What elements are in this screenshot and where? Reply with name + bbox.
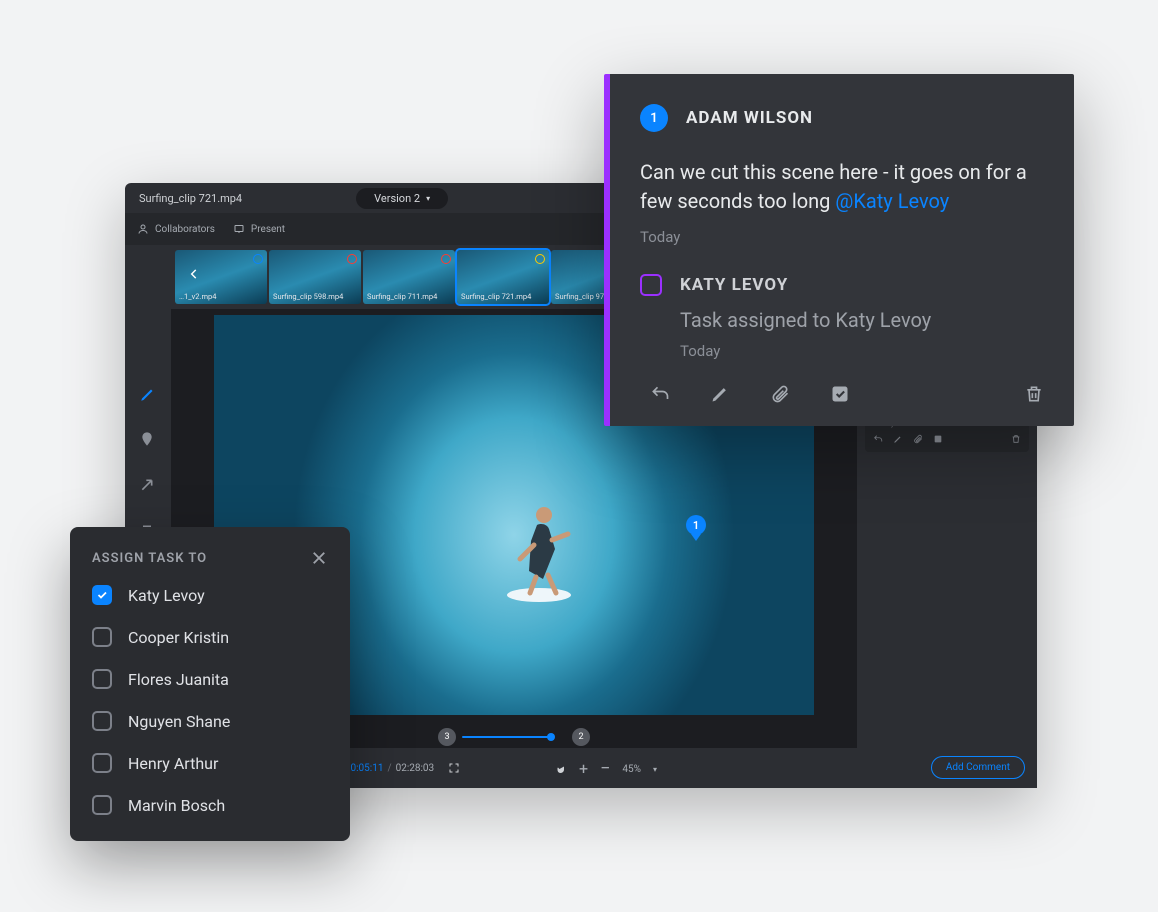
present-icon (233, 223, 245, 235)
task-assignee-name: KATY LEVOY (680, 275, 788, 295)
user-icon (137, 223, 149, 235)
status-dot-icon (535, 254, 545, 264)
comment-actions (650, 384, 1044, 404)
attach-icon[interactable] (913, 434, 923, 444)
edit-button[interactable] (710, 384, 730, 404)
annotation-marker[interactable]: 1 (686, 515, 706, 535)
checkbox-icon[interactable] (92, 669, 112, 689)
comment-detail-card: 1 ADAM WILSON Can we cut this scene here… (604, 74, 1074, 426)
present-button[interactable]: Present (233, 223, 285, 235)
task-timestamp: Today (680, 342, 1044, 360)
timecode: 00:05:11/02:28:03 (345, 763, 434, 774)
assignee-option[interactable]: Henry Arthur (92, 753, 328, 773)
clip-thumb[interactable]: Surfing_clip 598.mp4 (269, 250, 361, 304)
version-selector[interactable]: Version 2 ▾ (356, 188, 448, 209)
clip-thumb[interactable]: Surfing_clip 721.mp4 (457, 250, 549, 304)
task-checkbox[interactable] (640, 274, 662, 296)
delete-button[interactable] (1024, 384, 1044, 404)
checkbox-icon[interactable] (92, 711, 112, 731)
clip-thumb[interactable]: Surfing_clip 711.mp4 (363, 250, 455, 304)
pan-hand-button[interactable] (555, 762, 567, 776)
pencil-tool[interactable] (139, 385, 157, 403)
task-assigned-text: Task assigned to Katy Levoy (680, 308, 1044, 332)
checkbox-icon[interactable] (92, 585, 112, 605)
collaborators-button[interactable]: Collaborators (137, 223, 215, 235)
version-label: Version 2 (374, 192, 420, 205)
assignee-list: Katy Levoy Cooper Kristin Flores Juanita… (92, 585, 328, 815)
status-dot-icon (347, 254, 357, 264)
close-button[interactable] (310, 549, 328, 567)
zoom-controls: + − 45% ▾ (555, 762, 657, 776)
timeline-range[interactable] (462, 736, 552, 738)
assignee-name: Flores Juanita (128, 670, 229, 689)
chevron-down-icon[interactable]: ▾ (653, 765, 657, 774)
assign-task-title: ASSIGN TASK TO (92, 551, 207, 566)
task-icon[interactable] (933, 434, 943, 444)
current-filename: Surfing_clip 721.mp4 (139, 192, 242, 205)
task-done-button[interactable] (830, 384, 850, 404)
assignee-name: Nguyen Shane (128, 712, 230, 731)
edit-icon[interactable] (893, 434, 903, 444)
pin-tool[interactable] (139, 431, 157, 449)
thumbstrip-back-button[interactable] (187, 267, 201, 281)
arrow-tool[interactable] (139, 477, 157, 495)
timeline-marker[interactable]: 3 (438, 728, 456, 746)
attach-button[interactable] (770, 384, 790, 404)
checkbox-icon[interactable] (92, 795, 112, 815)
assignee-option[interactable]: Flores Juanita (92, 669, 328, 689)
timeline-marker[interactable]: 2 (572, 728, 590, 746)
reply-button[interactable] (650, 384, 670, 404)
zoom-percent: 45% (622, 764, 641, 775)
delete-icon[interactable] (1011, 434, 1021, 444)
comment-body: Can we cut this scene here - it goes on … (640, 158, 1044, 216)
comment-author: ADAM WILSON (686, 108, 813, 128)
assignee-name: Marvin Bosch (128, 796, 225, 815)
status-dot-icon (253, 254, 263, 264)
close-icon (310, 549, 328, 567)
surfer-illustration (504, 485, 574, 605)
status-dot-icon (441, 254, 451, 264)
add-comment-button[interactable]: Add Comment (931, 756, 1025, 779)
checkbox-icon[interactable] (92, 627, 112, 647)
assignee-option[interactable]: Katy Levoy (92, 585, 328, 605)
assign-task-popup: ASSIGN TASK TO Katy Levoy Cooper Kristin… (70, 527, 350, 841)
assignee-option[interactable]: Marvin Bosch (92, 795, 328, 815)
comment-number-badge: 1 (640, 104, 668, 132)
assignee-name: Cooper Kristin (128, 628, 229, 647)
assignee-option[interactable]: Nguyen Shane (92, 711, 328, 731)
reply-icon[interactable] (873, 434, 883, 444)
assignee-name: Katy Levoy (128, 586, 205, 605)
chevron-down-icon: ▾ (426, 194, 430, 203)
assignee-name: Henry Arthur (128, 754, 218, 773)
checkbox-icon[interactable] (92, 753, 112, 773)
comment-timestamp: Today (640, 228, 1044, 246)
assignee-option[interactable]: Cooper Kristin (92, 627, 328, 647)
fullscreen-button[interactable] (448, 762, 460, 774)
mention-link[interactable]: @Katy Levoy (835, 189, 949, 213)
